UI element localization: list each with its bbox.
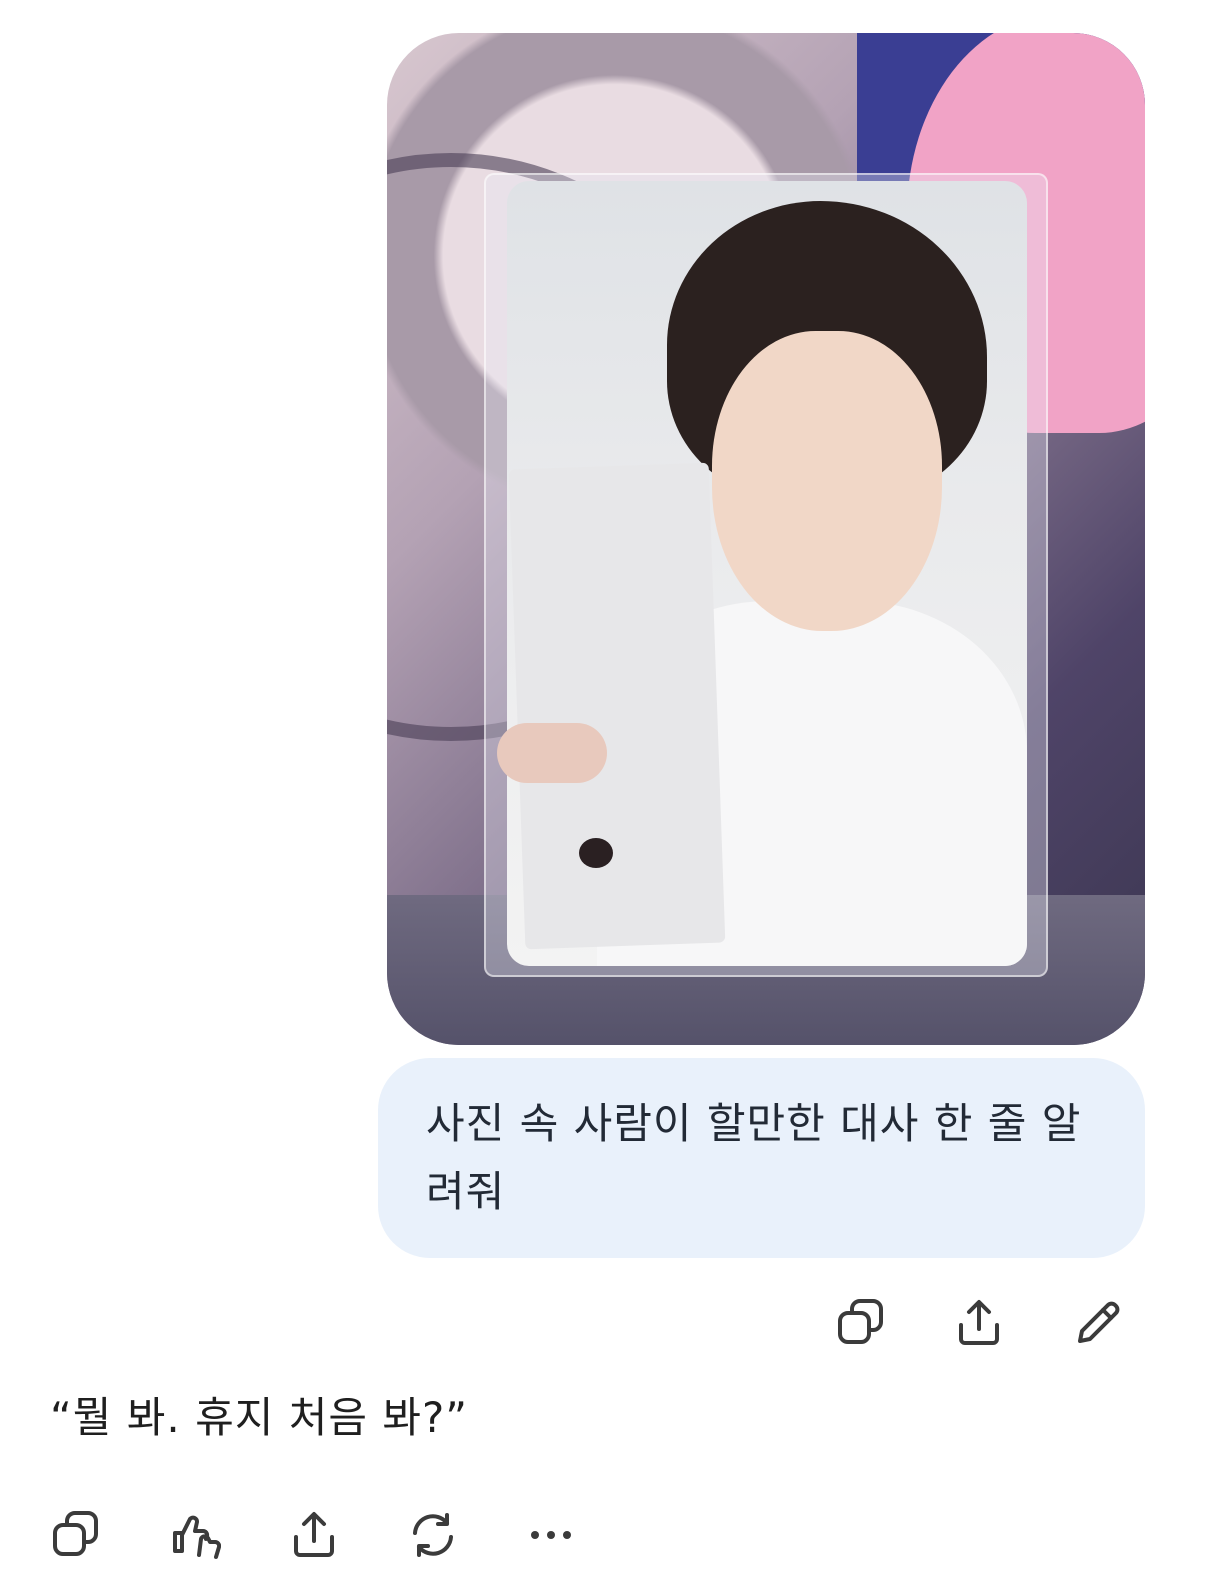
edit-button[interactable] — [1068, 1293, 1128, 1353]
attached-photo[interactable] — [387, 33, 1145, 1045]
user-message-bubble: 사진 속 사람이 할만한 대사 한 줄 알려줘 — [378, 1058, 1145, 1258]
share-icon — [959, 1300, 999, 1345]
user-message-text: 사진 속 사람이 할만한 대사 한 줄 알려줘 — [426, 1099, 1082, 1216]
chat-view: 사진 속 사람이 할만한 대사 한 줄 알려줘 “뭘 봐. 휴지 처음 봐?” — [0, 0, 1206, 1585]
more-options-button[interactable] — [521, 1505, 581, 1565]
regenerate-icon — [413, 1513, 453, 1557]
photo-fingernail — [579, 838, 613, 868]
share-button[interactable] — [949, 1293, 1009, 1353]
thumbs-icon — [173, 1515, 221, 1559]
assistant-message-text: “뭘 봐. 휴지 처음 봐?” — [50, 1393, 469, 1442]
copy-button[interactable] — [831, 1293, 891, 1353]
more-icon — [531, 1531, 571, 1539]
assistant-message-actions — [0, 1505, 1206, 1565]
copy-icon — [838, 1299, 883, 1344]
photo-finger — [497, 723, 607, 783]
share-response-button[interactable] — [284, 1505, 344, 1565]
feedback-button[interactable] — [165, 1505, 225, 1565]
photocard-tissue — [508, 462, 726, 950]
regenerate-button[interactable] — [403, 1505, 463, 1565]
edit-icon — [1078, 1301, 1120, 1343]
copy-response-button[interactable] — [46, 1505, 106, 1565]
photocard-face — [712, 331, 942, 631]
user-message-actions — [0, 1293, 1206, 1353]
share-icon — [294, 1512, 334, 1557]
copy-icon — [53, 1511, 98, 1556]
